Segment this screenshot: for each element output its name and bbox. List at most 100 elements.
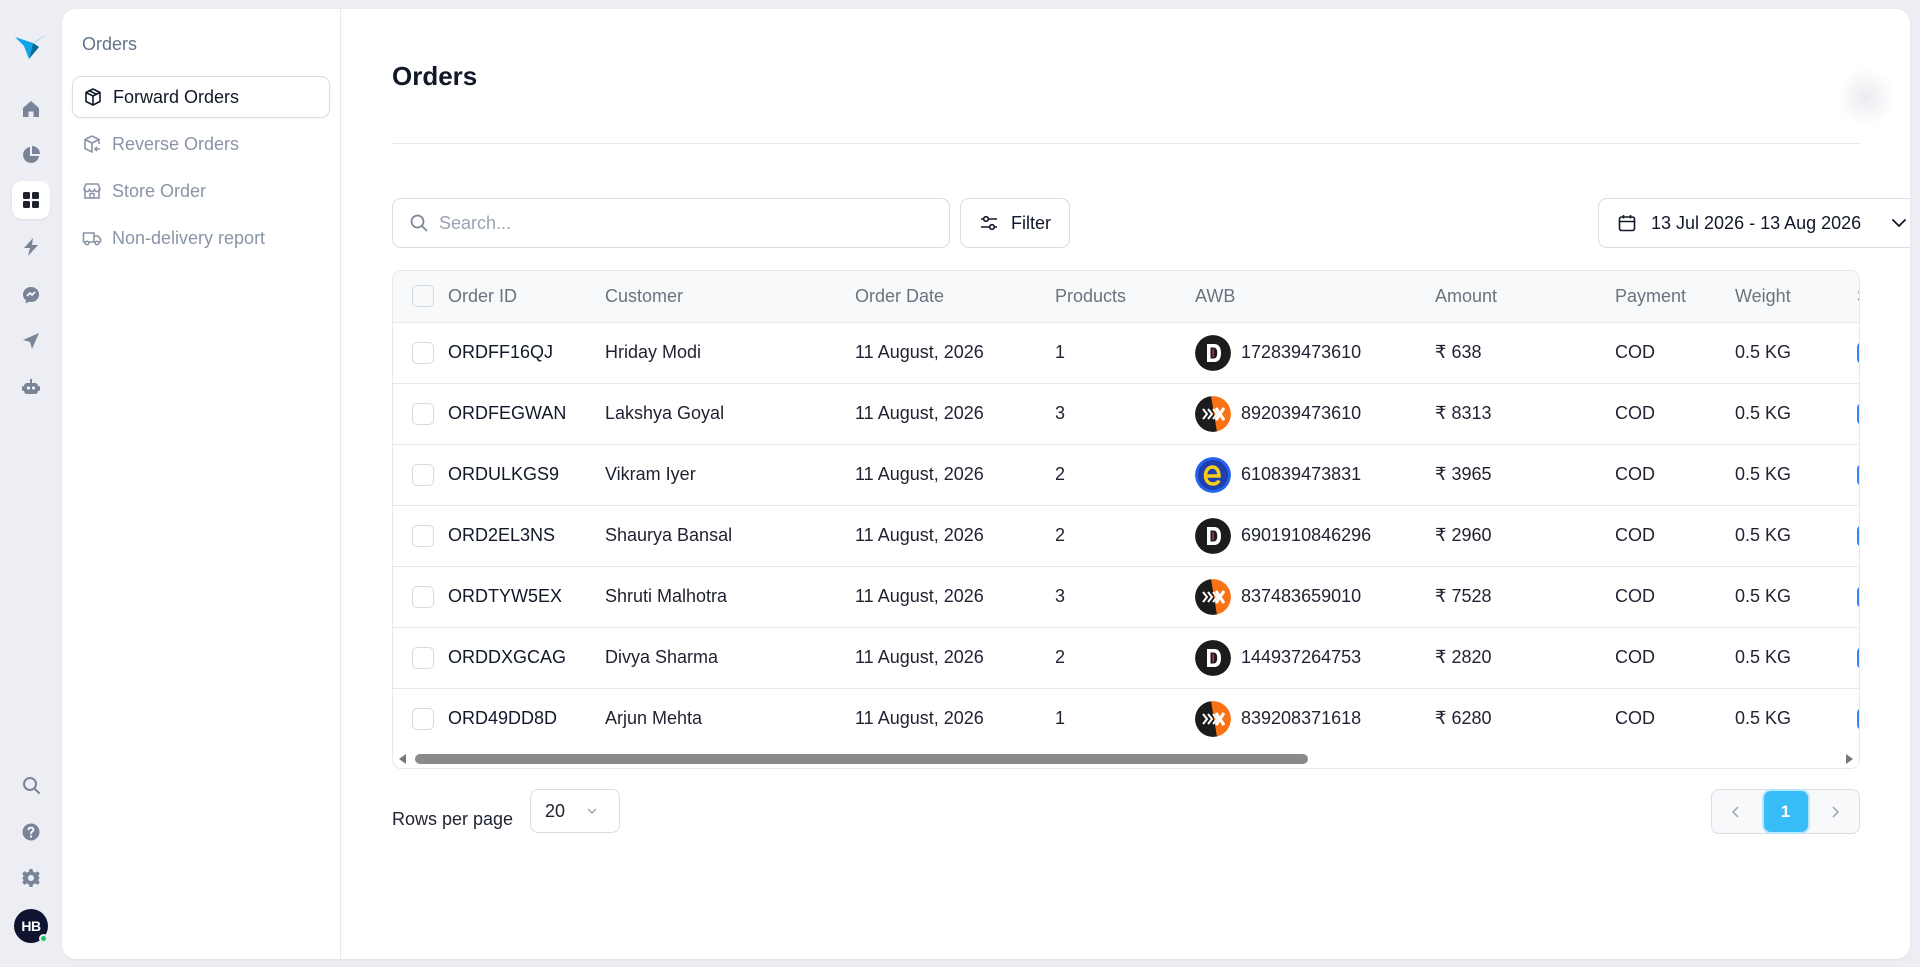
home-icon[interactable] <box>12 90 50 128</box>
status-cell <box>1857 444 1859 505</box>
products-cell: 1 <box>1055 342 1066 362</box>
amount-cell: ₹ 8313 <box>1435 403 1492 423</box>
column-header[interactable]: Weight <box>1735 271 1857 322</box>
column-header[interactable]: Order ID <box>448 271 605 322</box>
search-icon <box>410 214 428 232</box>
table-row[interactable]: ORDTYW5EX Shruti Malhotra 11 August, 202… <box>393 566 1859 627</box>
page-title: Orders <box>392 61 478 91</box>
amount-cell: ₹ 6280 <box>1435 708 1492 729</box>
status-cell <box>1857 505 1859 566</box>
row-checkbox[interactable] <box>412 341 434 364</box>
next-page-button[interactable] <box>1815 793 1855 830</box>
amount-cell: ₹ 2820 <box>1435 647 1492 667</box>
subnav-item-label: Forward Orders <box>113 86 240 107</box>
subnav-item-reverse-orders[interactable]: Reverse Orders <box>72 123 330 165</box>
date-range-picker[interactable]: 13 Jul 2026 - 13 Aug 2026 <box>1598 198 1910 248</box>
table-row[interactable]: ORD2EL3NS Shaurya Bansal 11 August, 2026… <box>393 505 1859 566</box>
search-box[interactable] <box>392 198 950 248</box>
order-id-cell[interactable]: ORDULKGS9 <box>448 444 605 505</box>
table-row[interactable]: ORDFF16QJ Hriday Modi 11 August, 2026 1 … <box>393 322 1859 383</box>
horizontal-scrollbar[interactable] <box>393 750 1859 768</box>
rows-per-page-label: Rows per page <box>392 809 514 829</box>
table-row[interactable]: ORDULKGS9 Vikram Iyer 11 August, 2026 2 … <box>393 444 1859 505</box>
table-row[interactable]: ORDFEGWAN Lakshya Goyal 11 August, 2026 … <box>393 383 1859 444</box>
select-all-checkbox[interactable] <box>412 285 434 308</box>
row-checkbox[interactable] <box>412 463 434 486</box>
subnav-item-store-order[interactable]: Store Order <box>72 170 330 212</box>
order-id-cell[interactable]: ORDTYW5EX <box>448 566 605 627</box>
search-input[interactable] <box>439 212 919 234</box>
column-header[interactable]: Payment <box>1615 271 1735 322</box>
order-date-cell: 11 August, 2026 <box>855 647 984 667</box>
customer-cell: Lakshya Goyal <box>605 403 725 423</box>
subnav-item-non-delivery-report[interactable]: Non-delivery report <box>72 217 330 259</box>
row-checkbox[interactable] <box>412 707 434 730</box>
subnav-item-forward-orders[interactable]: Forward Orders <box>72 76 330 118</box>
awb-number[interactable]: 144937264753 <box>1241 647 1361 668</box>
awb-number[interactable]: 839208371618 <box>1241 708 1361 729</box>
status-indicator-icon <box>1857 463 1859 486</box>
row-checkbox[interactable] <box>412 585 434 608</box>
scrollbar-thumb[interactable] <box>415 754 1308 764</box>
order-date-cell: 11 August, 2026 <box>855 525 984 545</box>
lightning-icon[interactable] <box>12 228 50 266</box>
status-cell <box>1857 627 1859 688</box>
awb-number[interactable]: 172839473610 <box>1241 342 1361 363</box>
page-button-current[interactable]: 1 <box>1763 791 1808 832</box>
scroll-right-arrow-icon[interactable] <box>1846 754 1853 764</box>
table-row[interactable]: ORDDXGCAG Divya Sharma 11 August, 2026 2… <box>393 627 1859 688</box>
scroll-left-arrow-icon[interactable] <box>399 754 406 764</box>
delhivery-logo-icon <box>1195 517 1231 554</box>
awb-cell: 892039473610 <box>1195 383 1435 444</box>
customer-cell: Shaurya Bansal <box>605 525 733 545</box>
payment-cell: COD <box>1615 708 1655 729</box>
status-cell <box>1857 566 1859 627</box>
date-range-value: 13 Jul 2026 - 13 Aug 2026 <box>1651 212 1862 233</box>
column-header[interactable]: Products <box>1055 271 1195 322</box>
awb-cell: 6901910846296 <box>1195 505 1435 566</box>
pie-chart-icon[interactable] <box>12 136 50 174</box>
status-indicator-icon <box>1857 341 1859 364</box>
decorative-blur <box>1836 67 1896 127</box>
awb-number[interactable]: 892039473610 <box>1241 403 1361 424</box>
help-icon[interactable] <box>12 813 50 851</box>
column-header[interactable]: S <box>1857 271 1859 322</box>
chevron-down-icon <box>587 808 597 815</box>
chat-icon[interactable] <box>12 276 50 314</box>
gear-icon[interactable] <box>12 859 50 897</box>
previous-page-button[interactable] <box>1716 793 1756 830</box>
row-checkbox[interactable] <box>412 646 434 669</box>
awb-number[interactable]: 610839473831 <box>1241 464 1361 485</box>
search-icon[interactable] <box>12 766 50 804</box>
order-id-cell[interactable]: ORD2EL3NS <box>448 505 605 566</box>
column-header[interactable]: AWB <box>1195 271 1435 322</box>
order-id-cell[interactable]: ORD49DD8D <box>448 688 605 749</box>
app-logo-icon[interactable] <box>13 31 49 61</box>
subnav-title: Orders <box>82 34 138 54</box>
status-indicator-icon <box>1857 524 1859 547</box>
order-date-cell: 11 August, 2026 <box>855 464 984 484</box>
xpressbees-logo-icon <box>1195 578 1231 615</box>
rows-per-page-select[interactable]: 20 <box>530 789 620 833</box>
avatar[interactable]: HB <box>14 909 48 943</box>
table-row[interactable]: ORD49DD8D Arjun Mehta 11 August, 2026 1 … <box>393 688 1859 749</box>
awb-number[interactable]: 837483659010 <box>1241 586 1361 607</box>
column-header[interactable]: Amount <box>1435 271 1615 322</box>
payment-cell: COD <box>1615 586 1655 606</box>
weight-cell: 0.5 KG <box>1735 403 1792 423</box>
filter-button[interactable]: Filter <box>960 198 1070 248</box>
order-id-cell[interactable]: ORDDXGCAG <box>448 627 605 688</box>
order-id-cell[interactable]: ORDFEGWAN <box>448 383 605 444</box>
grid-icon[interactable] <box>12 181 50 219</box>
awb-number[interactable]: 6901910846296 <box>1241 525 1371 546</box>
row-checkbox[interactable] <box>412 402 434 425</box>
send-icon[interactable] <box>12 322 50 360</box>
column-header[interactable]: Customer <box>605 271 855 322</box>
chevron-right-icon <box>1832 805 1840 818</box>
table-header-row: Order ID Customer Order Date Products AW… <box>393 271 1859 322</box>
bot-icon[interactable] <box>12 368 50 406</box>
awb-cell: 839208371618 <box>1195 688 1435 749</box>
column-header[interactable]: Order Date <box>855 271 1055 322</box>
order-id-cell[interactable]: ORDFF16QJ <box>448 322 605 383</box>
row-checkbox[interactable] <box>412 524 434 547</box>
